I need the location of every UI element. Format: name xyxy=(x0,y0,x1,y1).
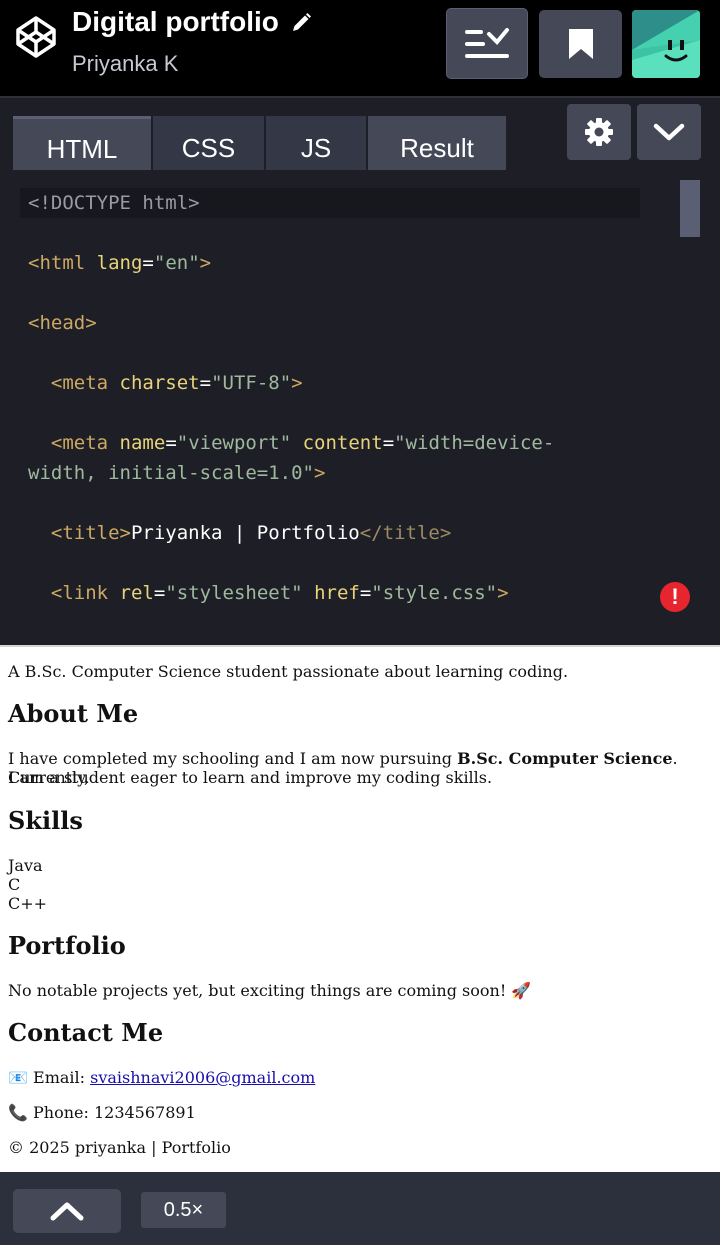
avatar-icon xyxy=(632,10,700,78)
about-text-line-2: I am a student eager to learn and improv… xyxy=(8,768,493,787)
editor-tabbar: HTML CSS JS Result xyxy=(0,96,720,180)
layout-toggle-button[interactable] xyxy=(446,8,528,79)
footer-text: © 2025 priyanka | Portfolio xyxy=(8,1138,231,1157)
portfolio-text: No notable projects yet, but exciting th… xyxy=(8,981,532,1000)
pen-author[interactable]: Priyanka K xyxy=(72,50,178,78)
code-line-1: <!DOCTYPE html> xyxy=(28,192,200,214)
pen-title[interactable]: Digital portfolio xyxy=(72,5,279,39)
contact-email: 📧 Email: svaishnavi2006@gmail.com xyxy=(8,1068,316,1087)
contact-heading: Contact Me xyxy=(8,1018,164,1047)
html-code-editor[interactable]: <!DOCTYPE html> <html lang="en"> <head> … xyxy=(0,170,720,645)
skill-item: C xyxy=(8,875,21,894)
code-line-4: <meta charset="UTF-8"> xyxy=(50,372,303,394)
tagline: A B.Sc. Computer Science student passion… xyxy=(8,662,569,681)
code-line-3: <head> xyxy=(28,312,97,334)
zoom-button[interactable]: 0.5× xyxy=(141,1192,226,1228)
pen-header: Digital portfolio Priyanka K xyxy=(0,0,720,96)
editor-scrollbar[interactable] xyxy=(680,180,700,237)
bottom-toolbar: 0.5× xyxy=(0,1172,720,1245)
chevron-down-icon xyxy=(653,123,685,141)
bookmark-icon xyxy=(568,29,593,59)
code-line-6: <title>Priyanka | Portfolio</title> xyxy=(50,522,452,544)
result-preview: A B.Sc. Computer Science student passion… xyxy=(0,645,720,1172)
layout-toggle-icon xyxy=(465,27,509,58)
chevron-up-icon xyxy=(50,1202,84,1221)
bookmark-button[interactable] xyxy=(539,10,622,78)
skill-item: Java xyxy=(8,856,43,875)
portfolio-heading: Portfolio xyxy=(8,931,126,960)
settings-button[interactable] xyxy=(567,104,631,160)
gear-icon xyxy=(585,118,613,146)
editor-collapse-button[interactable] xyxy=(637,104,701,160)
code-line-5: <meta name="viewport" content="width=dev… xyxy=(50,432,555,454)
expand-up-button[interactable] xyxy=(13,1189,121,1233)
contact-phone: 📞 Phone: 1234567891 xyxy=(8,1103,196,1122)
skill-item: C++ xyxy=(8,894,48,913)
pencil-icon[interactable] xyxy=(289,11,313,35)
error-icon[interactable]: ! xyxy=(660,582,690,612)
about-heading: About Me xyxy=(8,699,139,728)
user-avatar[interactable] xyxy=(632,10,700,78)
codepen-logo-icon[interactable] xyxy=(14,15,58,59)
email-link[interactable]: svaishnavi2006@gmail.com xyxy=(90,1068,315,1087)
code-line-7: <link rel="stylesheet" href="style.css"> xyxy=(50,582,509,604)
code-line-5-wrap: width, initial-scale=1.0"> xyxy=(28,462,326,484)
skills-heading: Skills xyxy=(8,806,83,835)
code-line-2: <html lang="en"> xyxy=(28,252,212,274)
